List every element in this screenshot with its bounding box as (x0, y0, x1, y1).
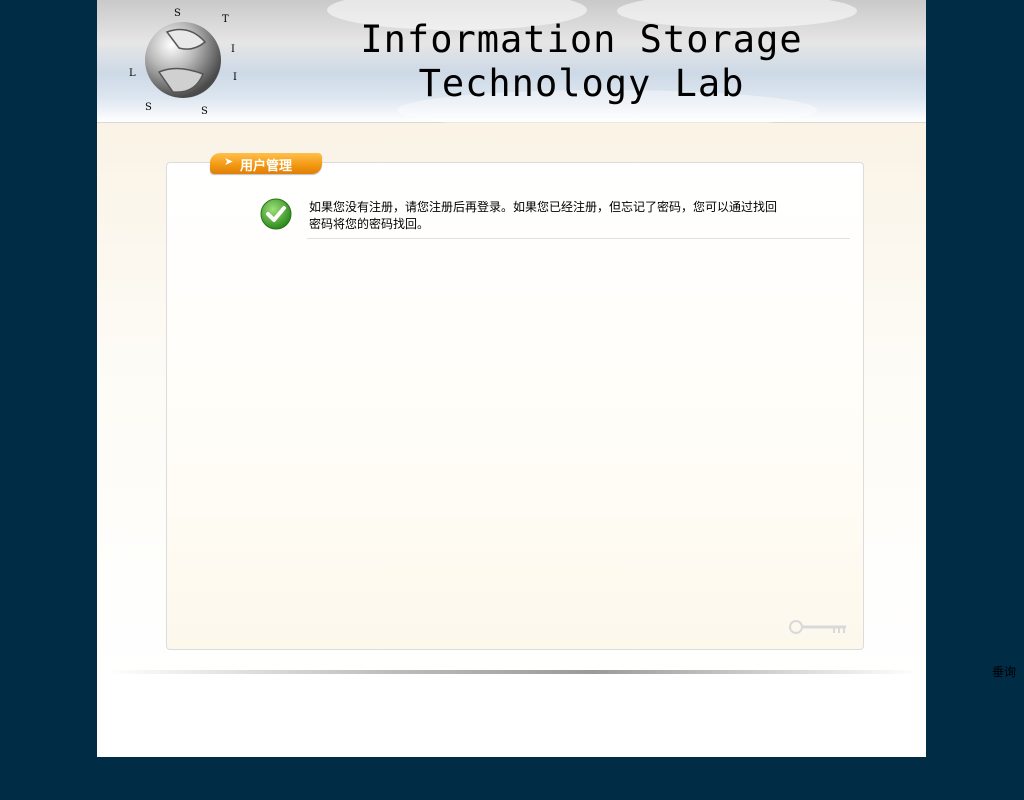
panel-tab-label: 用户管理 (240, 159, 293, 174)
info-message: 如果您没有注册，请您注册后再登录。如果您已经注册，但忘记了密码，您可以通过找回密… (309, 200, 778, 231)
message-divider (307, 238, 850, 239)
check-circle-icon (260, 198, 292, 230)
lab-logo-sphere-icon: S T I I S S L (129, 8, 237, 117)
logo-letter: I (231, 44, 235, 55)
footer-divider (107, 670, 917, 674)
user-management-panel (166, 162, 864, 650)
logo-letter: L (129, 68, 136, 79)
contact-text: 垂询 (992, 665, 1017, 679)
page-container: S T I I S S L Information Storage Techno… (97, 0, 926, 757)
site-title: Information Storage Technology Lab (360, 18, 803, 105)
site-header: S T I I S S L Information Storage Techno… (97, 0, 926, 130)
logo-letter: T (222, 14, 229, 25)
logo-letter: S (174, 8, 181, 19)
logo-letter: S (145, 102, 152, 113)
panel-tab-user-management: ➤ 用户管理 (210, 153, 322, 174)
key-icon (789, 620, 846, 634)
arrow-right-icon: ➤ (224, 155, 234, 168)
logo-letter: S (201, 106, 208, 117)
